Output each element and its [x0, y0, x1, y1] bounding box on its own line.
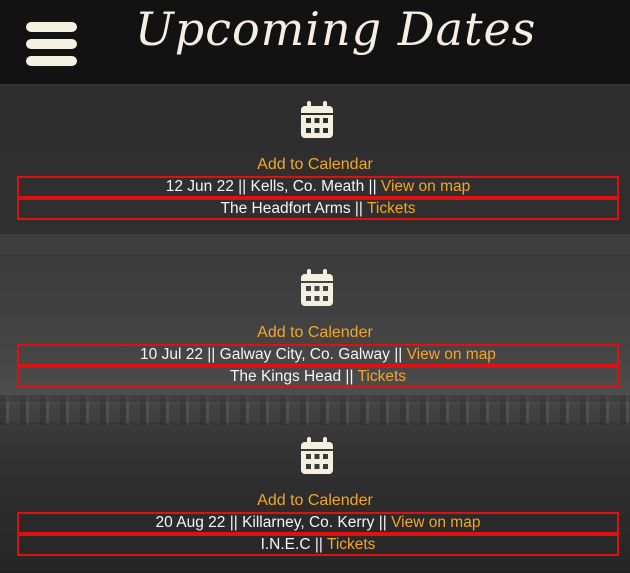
event-date: 20 Aug 22	[155, 514, 226, 531]
event-date-row: 20 Aug 22 || Killarney, Co. Kerry || Vie…	[17, 512, 619, 534]
event-location: Galway City, Co. Galway	[219, 346, 390, 363]
page-header: Upcoming Dates	[0, 0, 630, 84]
separator: ||	[354, 200, 363, 217]
separator: ||	[378, 514, 387, 531]
tickets-link[interactable]: Tickets	[327, 536, 376, 553]
calendar-icon	[301, 269, 333, 306]
event-location: Kells, Co. Meath	[250, 178, 365, 195]
event-card: Add to Calendar 12 Jun 22 || Kells, Co. …	[0, 86, 630, 234]
event-location: Killarney, Co. Kerry	[242, 514, 375, 531]
event-venue: The Headfort Arms	[220, 200, 351, 217]
event-date: 12 Jun 22	[165, 178, 234, 195]
view-on-map-link[interactable]: View on map	[407, 346, 496, 363]
separator: ||	[368, 178, 377, 195]
add-to-calendar-link[interactable]: Add to Calender	[0, 324, 630, 342]
event-date: 10 Jul 22	[140, 346, 203, 363]
tickets-link[interactable]: Tickets	[367, 200, 416, 217]
event-venue-row: I.N.E.C || Tickets	[17, 534, 619, 556]
event-venue-row: The Kings Head || Tickets	[17, 366, 619, 388]
separator: ||	[229, 514, 238, 531]
tickets-link[interactable]: Tickets	[358, 368, 407, 385]
event-venue: I.N.E.C	[260, 536, 311, 553]
event-date-row: 10 Jul 22 || Galway City, Co. Galway || …	[17, 344, 619, 366]
separator: ||	[207, 346, 216, 363]
separator: ||	[345, 368, 354, 385]
view-on-map-link[interactable]: View on map	[391, 514, 480, 531]
calendar-icon	[301, 101, 333, 138]
page-title: Upcoming Dates	[135, 2, 537, 56]
view-on-map-link[interactable]: View on map	[381, 178, 470, 195]
separator: ||	[238, 178, 247, 195]
calendar-icon	[301, 437, 333, 474]
event-venue: The Kings Head	[229, 368, 342, 385]
separator: ||	[314, 536, 323, 553]
separator: ||	[394, 346, 403, 363]
add-to-calendar-link[interactable]: Add to Calendar	[0, 156, 630, 174]
add-to-calendar-link[interactable]: Add to Calender	[0, 492, 630, 510]
event-card: Add to Calender 20 Aug 22 || Killarney, …	[0, 422, 630, 570]
event-date-row: 12 Jun 22 || Kells, Co. Meath || View on…	[17, 176, 619, 198]
event-venue-row: The Headfort Arms || Tickets	[17, 198, 619, 220]
hamburger-menu-icon[interactable]	[26, 22, 77, 66]
event-card: Add to Calender 10 Jul 22 || Galway City…	[0, 254, 630, 402]
